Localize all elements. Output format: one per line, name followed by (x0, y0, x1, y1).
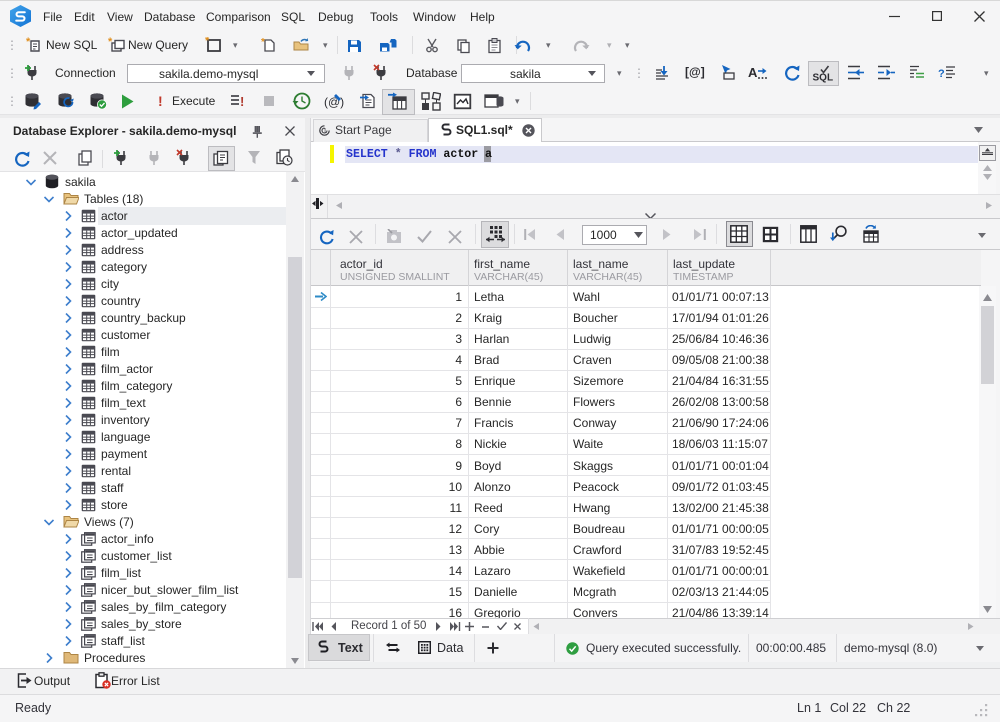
svg-text:!: ! (240, 94, 244, 109)
svg-text:?: ? (938, 68, 945, 80)
svg-text:*: * (261, 37, 265, 48)
svg-text:A: A (748, 65, 758, 80)
svg-text:*: * (108, 37, 113, 48)
svg-text:1: 1 (323, 128, 327, 135)
svg-text:*: * (26, 37, 31, 48)
svg-text:*: * (205, 37, 210, 47)
svg-text:(@): (@) (324, 95, 344, 109)
svg-text:SQL: SQL (813, 73, 834, 84)
